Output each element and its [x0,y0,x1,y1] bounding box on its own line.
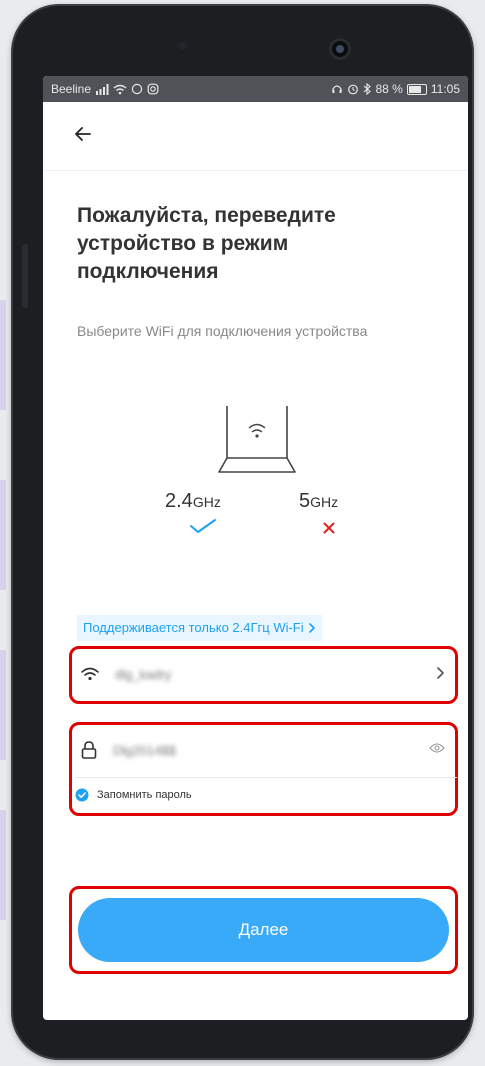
status-bar-left: Beeline [51,82,159,96]
carrier-label: Beeline [51,82,92,96]
front-camera [329,38,351,60]
checkbox-checked-icon [75,788,89,802]
signal-icon [96,83,109,95]
bluetooth-icon [363,83,371,95]
status-bar: Beeline 88 % 11:05 [43,76,468,102]
wifi-status-icon [113,84,127,94]
frequency-5-value: 5 [299,490,311,512]
battery-percent: 88 % [375,82,403,96]
instagram-icon [147,83,159,95]
phone-frame: Beeline 88 % 11:05 Пожалуйста, переведит… [13,6,472,1058]
check-icon [190,519,216,533]
lock-icon [81,741,97,759]
frequency-24ghz: 2.4GHz [165,490,221,513]
app-screen: Beeline 88 % 11:05 Пожалуйста, переведит… [43,76,468,1020]
clock: 11:05 [430,82,460,96]
frequency-24-unit: GHz [192,494,221,510]
wifi-icon [81,667,99,681]
battery-icon [406,83,427,95]
page-subtitle: Выберите WiFi для подключения устройства [77,323,368,339]
password-divider [75,777,457,778]
page-title: Пожалуйста, переведите устройство в режи… [77,204,336,283]
status-bar-right: 88 % 11:05 [331,82,460,96]
frequency-24-value: 2.4 [165,490,193,512]
sensor-dot [179,42,187,50]
password-row [75,728,451,772]
supported-wifi-notice[interactable]: Поддерживается только 2.4Ггц Wi-Fi [77,615,322,641]
frequency-5ghz: 5GHz [299,490,338,513]
wifi-ssid: dlg_kadry [115,666,172,682]
remember-password-label: Запомнить пароль [97,789,192,801]
whatsapp-icon [131,83,143,95]
chevron-right-icon [437,667,444,679]
alarm-icon [347,84,358,95]
notice-text: Поддерживается только 2.4Ггц Wi-Fi [83,620,304,635]
chevron-right-icon [308,623,315,633]
app-bar [43,102,468,171]
back-arrow-icon[interactable] [73,124,93,144]
next-button[interactable]: Далее [78,898,449,962]
wifi-network-selector[interactable]: dlg_kadry [75,652,451,696]
router-illustration [218,406,296,473]
frequency-5-unit: GHz [310,494,339,510]
remember-password-checkbox[interactable]: Запомнить пароль [75,788,192,802]
cross-icon [323,522,335,534]
headset-icon [331,85,342,93]
eye-icon[interactable] [429,742,445,754]
password-input[interactable] [111,741,375,759]
phone-side-button [22,244,28,308]
